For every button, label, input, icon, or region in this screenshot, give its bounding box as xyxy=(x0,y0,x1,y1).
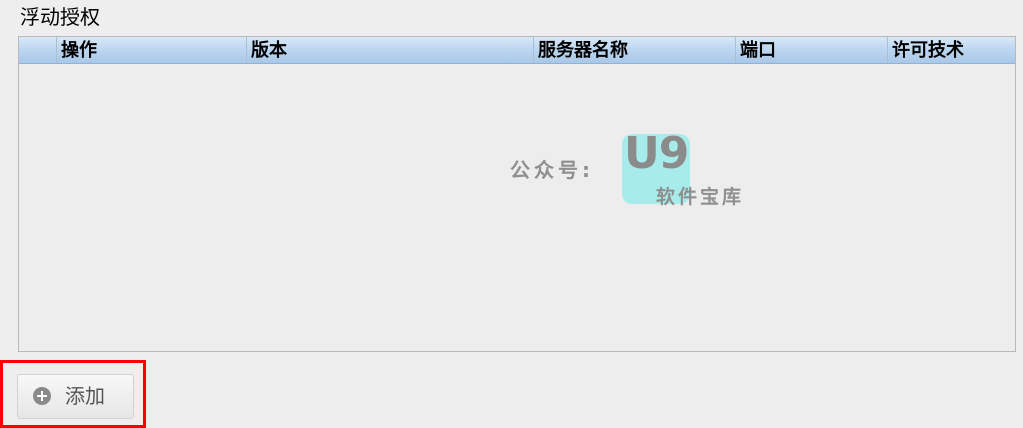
column-header-license-technology[interactable]: 许可技术 xyxy=(887,37,1015,63)
column-header-server-name[interactable]: 服务器名称 xyxy=(533,37,735,63)
column-header-version[interactable]: 版本 xyxy=(246,37,533,63)
plus-circle-icon xyxy=(33,387,51,405)
section-title: 浮动授权 xyxy=(20,5,100,29)
column-header-select[interactable] xyxy=(19,37,56,63)
watermark: 公众号: U9 软件宝库 xyxy=(510,128,750,214)
watermark-subtitle: 软件宝库 xyxy=(656,186,745,208)
column-header-port[interactable]: 端口 xyxy=(735,37,887,63)
table-header: 操作 版本 服务器名称 端口 许可技术 xyxy=(19,37,1015,64)
watermark-logo: U9 xyxy=(624,128,689,179)
column-header-operation[interactable]: 操作 xyxy=(56,37,246,63)
add-button-label: 添加 xyxy=(65,384,105,408)
watermark-prefix: 公众号: xyxy=(510,158,594,182)
add-button[interactable]: 添加 xyxy=(17,374,134,419)
